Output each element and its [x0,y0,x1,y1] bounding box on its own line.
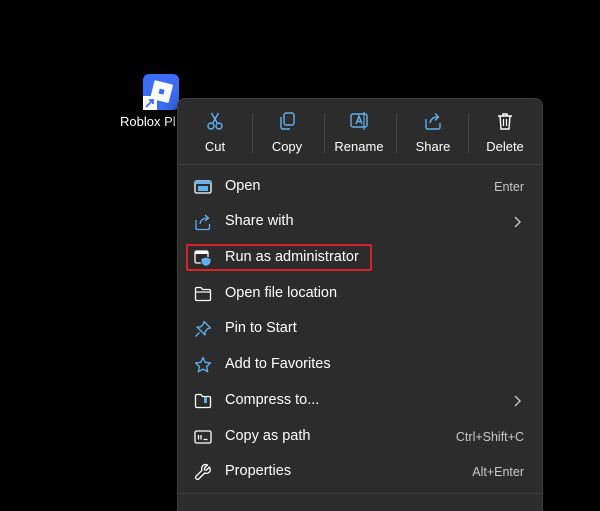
quick-separator [468,113,469,153]
scissors-icon [207,112,223,130]
menu-item-run-as-administrator[interactable]: Run as administrator [182,241,538,275]
menu-item-shortcut: Alt+Enter [472,465,524,479]
cut-button[interactable]: Cut [182,105,248,159]
menu-item-open[interactable]: Open Enter [182,170,538,204]
context-menu: Cut Copy Rename Share Delete Open Enter … [177,98,543,511]
menu-item-compress-to[interactable]: Compress to... [182,384,538,418]
share-with-icon [195,214,211,231]
menu-item-shortcut: Enter [494,180,524,194]
menu-item-add-to-favorites[interactable]: Add to Favorites [182,348,538,382]
quick-actions-bar: Cut Copy Rename Share Delete [178,99,542,163]
menu-item-share-with[interactable]: Share with [182,205,538,239]
delete-label: Delete [486,139,524,154]
menu-divider [178,164,542,165]
share-icon [425,113,441,130]
share-label: Share [415,139,451,154]
menu-item-label: Compress to... [225,392,320,408]
rename-icon [350,112,368,130]
roblox-player-icon [143,74,179,110]
quick-separator [396,113,397,153]
star-icon [194,356,212,373]
rename-label: Rename [334,139,384,154]
menu-item-label: Run as administrator [225,249,359,265]
copy-icon [280,112,295,130]
quick-separator [324,113,325,153]
folder-icon [194,286,212,302]
trash-icon [498,113,512,130]
zip-folder-icon [194,393,212,409]
copy-button[interactable]: Copy [254,105,320,159]
menu-divider [178,493,542,494]
chevron-right-icon [514,395,521,407]
menu-item-label: Copy as path [225,428,311,444]
delete-button[interactable]: Delete [472,105,538,159]
chevron-right-icon [514,216,521,228]
menu-item-label: Properties [225,463,292,479]
cut-label: Cut [204,139,226,154]
pin-icon [195,320,212,337]
app-window-icon [194,180,212,194]
menu-item-label: Open [225,178,261,194]
menu-item-shortcut: Ctrl+Shift+C [455,430,524,444]
rename-button[interactable]: Rename [326,105,392,159]
menu-item-label: Add to Favorites [225,356,331,372]
menu-item-properties[interactable]: Properties Alt+Enter [182,455,538,489]
desktop: Roblox Pl Cut Copy Rename Share Delete O… [0,0,600,511]
shield-window-icon [194,250,212,267]
menu-item-label: Share with [225,213,294,229]
copy-label: Copy [271,139,303,154]
menu-item-open-file-location[interactable]: Open file location [182,277,538,311]
wrench-icon [194,463,211,481]
share-button[interactable]: Share [400,105,466,159]
menu-item-pin-to-start[interactable]: Pin to Start [182,312,538,346]
menu-item-label: Pin to Start [225,320,297,336]
menu-item-label: Open file location [225,285,338,301]
desktop-shortcut-label: Roblox Pl [120,114,176,129]
quick-separator [252,113,253,153]
copy-path-icon [194,430,212,444]
menu-item-copy-as-path[interactable]: Copy as path Ctrl+Shift+C [182,420,538,454]
